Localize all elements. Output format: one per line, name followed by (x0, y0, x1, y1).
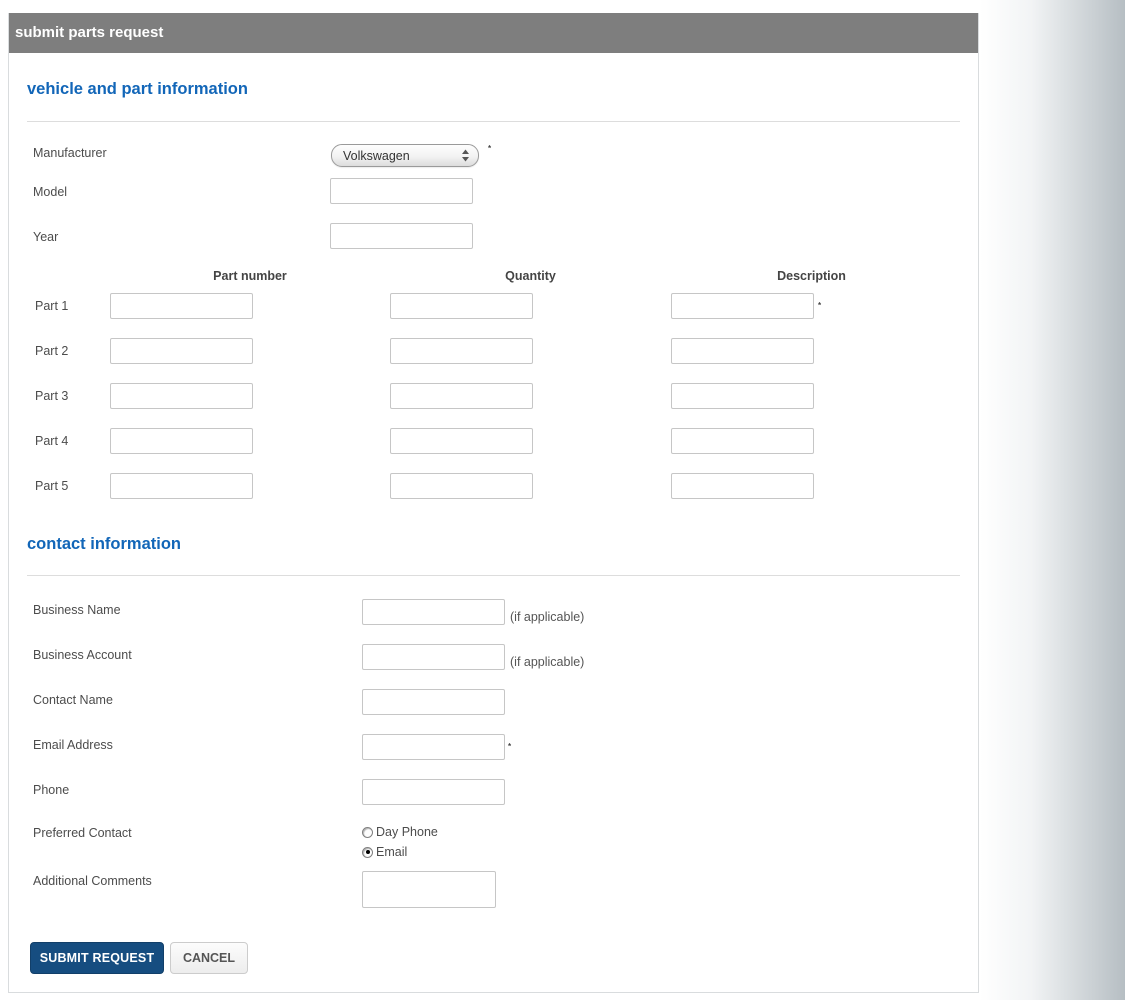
business-account-note: (if applicable) (510, 655, 585, 669)
part-1-number-input[interactable] (110, 293, 253, 319)
part-number-column-header: Part number (213, 269, 287, 283)
radio-icon-email[interactable] (362, 846, 373, 858)
description-column-header: Description (777, 269, 846, 283)
model-label: Model (33, 185, 68, 199)
business-account-input[interactable] (362, 644, 505, 670)
email-address-input[interactable] (362, 734, 505, 760)
preferred-contact-label: Preferred Contact (33, 826, 132, 840)
radio-option-day-phone[interactable]: Day Phone (362, 822, 438, 842)
part-2-quantity-input[interactable] (390, 338, 533, 364)
business-name-note: (if applicable) (510, 610, 585, 624)
year-label: Year (33, 230, 59, 244)
manufacturer-selected-value: Volkswagen (343, 148, 410, 163)
quantity-column-header: Quantity (505, 269, 556, 283)
select-stepper-icon (462, 149, 469, 162)
section-divider (27, 575, 960, 576)
section-divider (27, 121, 960, 122)
part-5-row-label: Part 5 (35, 479, 69, 493)
year-input[interactable] (330, 223, 473, 249)
part-1-description-input[interactable] (671, 293, 814, 319)
business-name-label: Business Name (33, 603, 121, 617)
part-4-number-input[interactable] (110, 428, 253, 454)
part-2-row-label: Part 2 (35, 344, 69, 358)
email-required-marker: * (508, 742, 512, 751)
vehicle-section-heading: vehicle and part information (27, 80, 248, 98)
email-address-label: Email Address (33, 738, 113, 752)
part-3-row-label: Part 3 (35, 389, 69, 403)
part-2-number-input[interactable] (110, 338, 253, 364)
page-background-gradient (980, 0, 1125, 1000)
part-3-quantity-input[interactable] (390, 383, 533, 409)
business-account-label: Business Account (33, 648, 132, 662)
part-1-row-label: Part 1 (35, 299, 69, 313)
radio-icon-day-phone[interactable] (362, 826, 373, 838)
manufacturer-required-marker: * (488, 144, 492, 153)
additional-comments-label: Additional Comments (33, 874, 152, 888)
part-5-description-input[interactable] (671, 473, 814, 499)
part-1-quantity-input[interactable] (390, 293, 533, 319)
part-5-number-input[interactable] (110, 473, 253, 499)
business-name-input[interactable] (362, 599, 505, 625)
contact-name-input[interactable] (362, 689, 505, 715)
part-3-number-input[interactable] (110, 383, 253, 409)
preferred-contact-radio-group: Day Phone Email (362, 822, 438, 862)
additional-comments-textarea[interactable] (362, 871, 496, 908)
part-5-quantity-input[interactable] (390, 473, 533, 499)
part-4-description-input[interactable] (671, 428, 814, 454)
contact-section-heading: contact information (27, 535, 182, 553)
manufacturer-label: Manufacturer (33, 146, 107, 160)
model-input[interactable] (330, 178, 473, 204)
contact-name-label: Contact Name (33, 693, 113, 707)
submit-request-button[interactable]: SUBMIT REQUEST (30, 942, 164, 974)
cancel-button[interactable]: CANCEL (170, 942, 248, 974)
manufacturer-select[interactable]: Volkswagen (331, 144, 479, 167)
part-4-row-label: Part 4 (35, 434, 69, 448)
part-2-description-input[interactable] (671, 338, 814, 364)
radio-option-email[interactable]: Email (362, 842, 438, 862)
phone-label: Phone (33, 783, 70, 797)
part-3-description-input[interactable] (671, 383, 814, 409)
radio-label-day-phone: Day Phone (376, 825, 438, 839)
radio-label-email: Email (376, 845, 408, 859)
part-4-quantity-input[interactable] (390, 428, 533, 454)
part-1-required-marker: * (818, 301, 822, 310)
form-title-bar: submit parts request (9, 13, 978, 53)
phone-input[interactable] (362, 779, 505, 805)
parts-request-form: submit parts request vehicle and part in… (8, 13, 979, 993)
